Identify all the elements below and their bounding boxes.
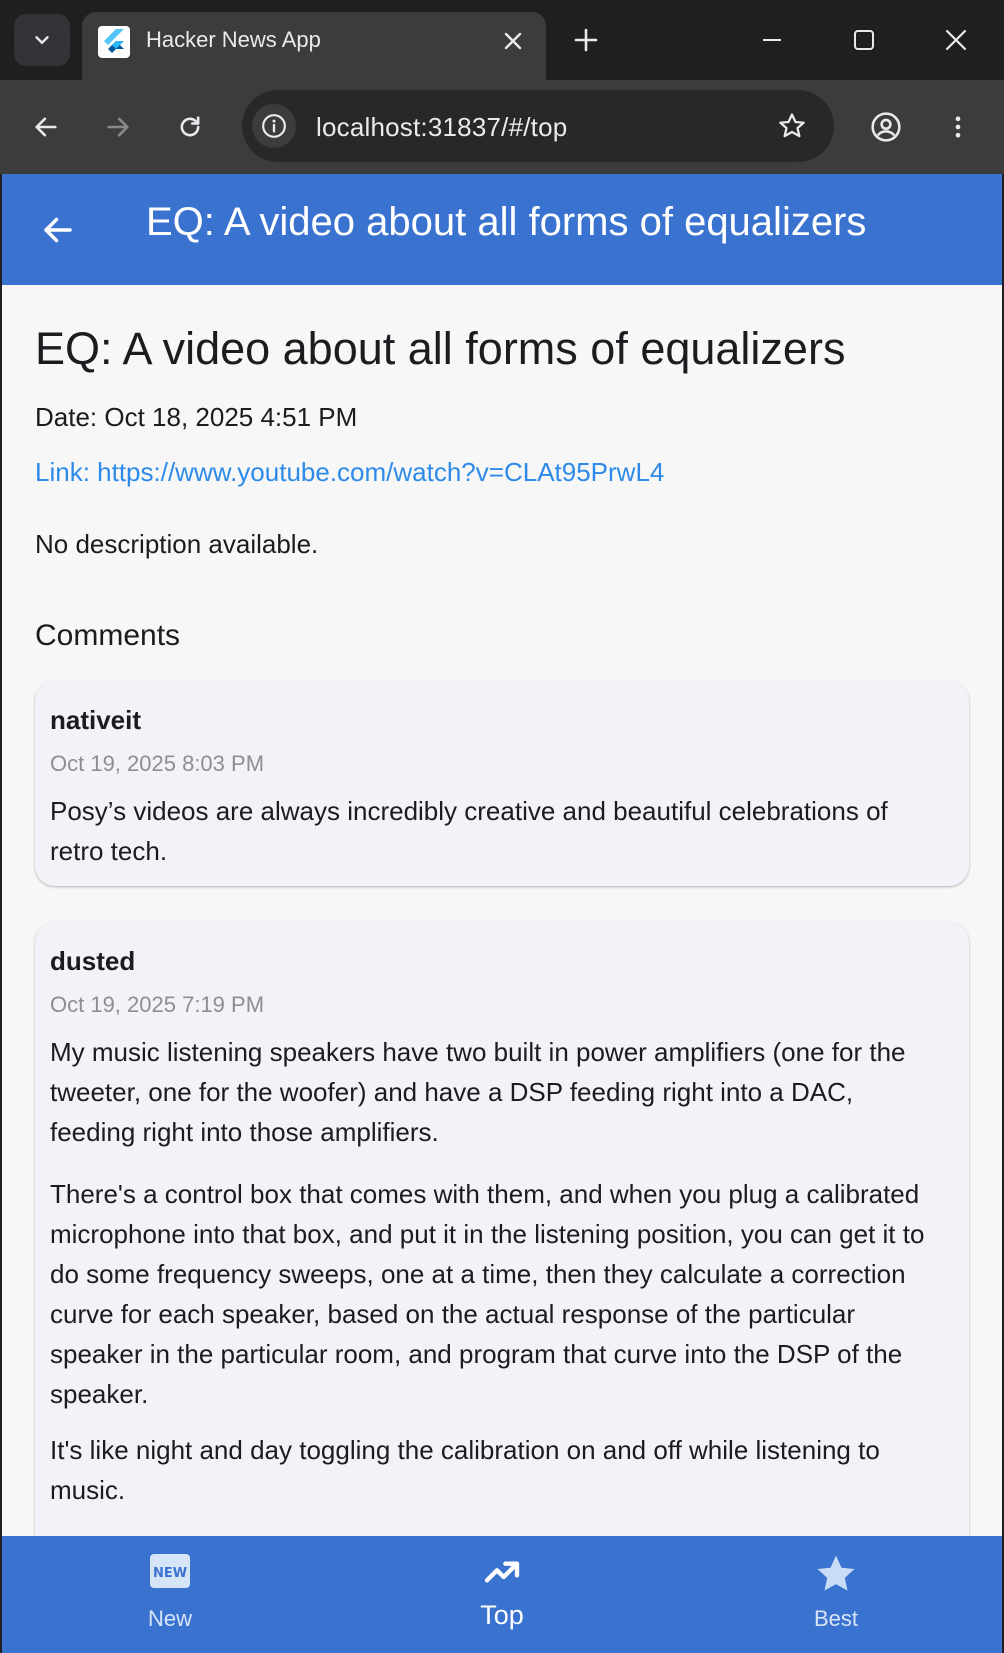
reload-button[interactable] [166,103,214,151]
story-title: EQ: A video about all forms of equalizer… [35,323,846,374]
nav-item-new[interactable]: NEW New [70,1536,270,1653]
comment-author: nativeit [50,705,142,735]
trending-up-icon [402,1552,602,1592]
back-button[interactable] [32,204,84,256]
new-tab-button[interactable] [566,20,606,60]
story-description: No description available. [35,529,319,559]
nav-item-top[interactable]: Top [402,1536,602,1653]
minimize-button[interactable] [750,18,794,62]
nav-label-best: Best [813,1606,859,1631]
comment-card: nativeit Oct 19, 2025 8:03 PM Posy’s vid… [35,681,969,886]
browser-menu-button[interactable] [934,103,982,151]
forward-button[interactable] [94,103,142,151]
arrow-back-icon [44,217,72,243]
browser-toolbar: localhost:31837/#/top [0,80,1004,174]
more-vert-icon [955,116,961,138]
close-icon [504,32,522,50]
svg-text:NEW: NEW [153,1566,187,1581]
comment-paragraph: It's like night and day toggling the cal… [50,1435,880,1505]
reload-icon [180,116,200,137]
star-icon [736,1552,936,1596]
flutter-logo-icon [98,26,130,58]
site-info-button[interactable] [252,104,296,148]
close-window-button[interactable] [934,18,978,62]
story-content[interactable]: EQ: A video about all forms of equalizer… [2,285,1002,1536]
app-viewport: EQ: A video about all forms of equalizer… [2,174,1002,1653]
story-date: Date: Oct 18, 2025 4:51 PM [35,402,358,432]
address-bar[interactable]: localhost:31837/#/top [242,90,834,162]
profile-button[interactable] [862,103,910,151]
browser-window: Hacker News App localhost:31837/#/top EQ… [0,0,1004,1653]
nav-label-top: Top [480,1600,524,1630]
back-arrow-icon [35,117,57,137]
maximize-button[interactable] [842,18,886,62]
bottom-navigation-bar: NEW New Top Best [2,1536,1002,1653]
comment-paragraph: My music listening speakers have two bui… [50,1037,906,1147]
back-button[interactable] [22,103,70,151]
bookmark-star-icon [779,113,805,138]
new-releases-icon: NEW [70,1552,270,1590]
url-text[interactable]: localhost:31837/#/top [316,112,567,143]
story-link[interactable]: Link: https://www.youtube.com/watch?v=CL… [35,457,664,488]
comment-author: dusted [50,946,136,976]
tab-search-button[interactable] [14,14,70,66]
close-tab-button[interactable] [496,24,530,58]
forward-arrow-icon [107,117,129,137]
browser-tab[interactable]: Hacker News App [82,12,546,80]
comment-paragraph: There's a control box that comes with th… [50,1179,925,1409]
maximize-icon [854,30,874,50]
profile-icon [871,112,901,142]
comment-time: Oct 19, 2025 7:19 PM [50,992,265,1017]
site-info-icon [262,114,286,138]
appbar-title: EQ: A video about all forms of equalizer… [146,200,867,244]
comment-time: Oct 19, 2025 8:03 PM [50,751,265,776]
chevron-down-icon [35,36,49,44]
app-bar: EQ: A video about all forms of equalizer… [2,174,1002,285]
bookmark-button[interactable] [770,104,814,148]
tab-title: Hacker News App [146,27,321,52]
comments-heading: Comments [35,619,181,652]
comment-text: Posy’s videos are always incredibly crea… [50,796,888,866]
tab-strip: Hacker News App [0,0,1004,80]
nav-item-best[interactable]: Best [736,1536,936,1653]
close-icon [945,29,967,51]
plus-icon [574,28,598,52]
nav-label-new: New [147,1606,192,1631]
comment-card: dusted Oct 19, 2025 7:19 PM My music lis… [35,922,969,1536]
minimize-icon [763,39,781,41]
